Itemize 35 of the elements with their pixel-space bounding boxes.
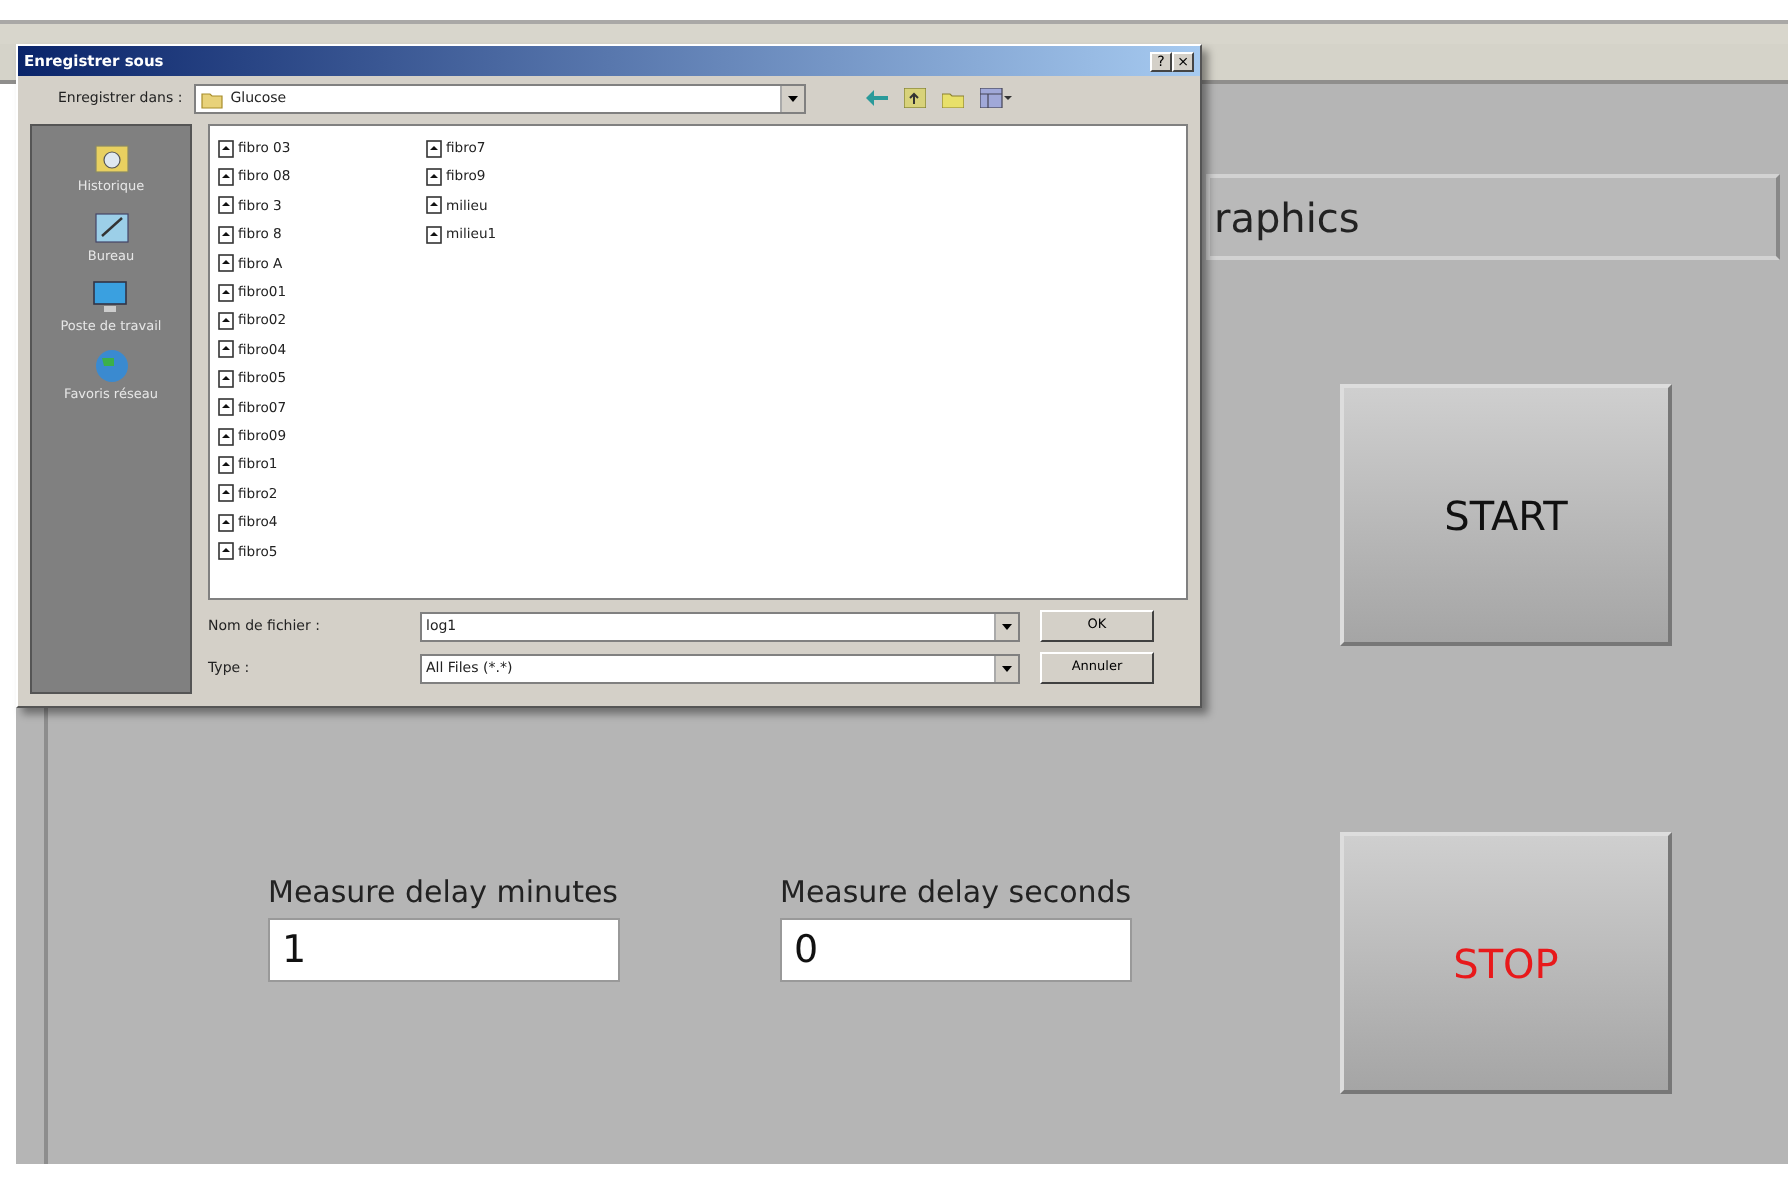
file-icon <box>218 225 234 244</box>
file-icon <box>426 225 442 244</box>
value-field[interactable]: 1 <box>268 917 620 981</box>
file-icon <box>218 283 234 302</box>
value-field[interactable]: 0 <box>780 917 1132 981</box>
new-folder-icon <box>942 89 965 107</box>
file-icon <box>218 369 234 388</box>
file-icon <box>218 542 234 561</box>
start-button[interactable]: START <box>1340 384 1672 646</box>
file-icon <box>426 196 442 215</box>
caret-icon <box>1002 623 1012 629</box>
file-icon <box>218 427 234 446</box>
desktop-icon <box>91 207 131 248</box>
file-icon <box>218 455 234 474</box>
file-icon <box>218 398 234 417</box>
file-icon <box>218 513 234 532</box>
field-label: Measure delay minutes <box>268 872 620 914</box>
file-icon <box>218 168 234 187</box>
file-icon <box>218 254 234 273</box>
file-icon <box>218 484 234 503</box>
file-icon <box>426 168 442 187</box>
back-arrow-icon <box>866 90 889 106</box>
up-folder-icon <box>904 88 927 108</box>
globe-icon <box>91 346 131 387</box>
caret-icon <box>788 95 799 101</box>
caret-icon <box>1002 665 1012 671</box>
file-icon <box>218 196 234 215</box>
view-menu-icon <box>980 88 1013 108</box>
file-icon <box>218 139 234 158</box>
file-icon <box>426 139 442 158</box>
file-icon <box>218 340 234 359</box>
tab[interactable]: raphics <box>1206 174 1780 260</box>
file-icon <box>218 312 234 331</box>
monitor-icon <box>90 277 131 317</box>
field-label: Measure delay seconds <box>780 872 1132 914</box>
